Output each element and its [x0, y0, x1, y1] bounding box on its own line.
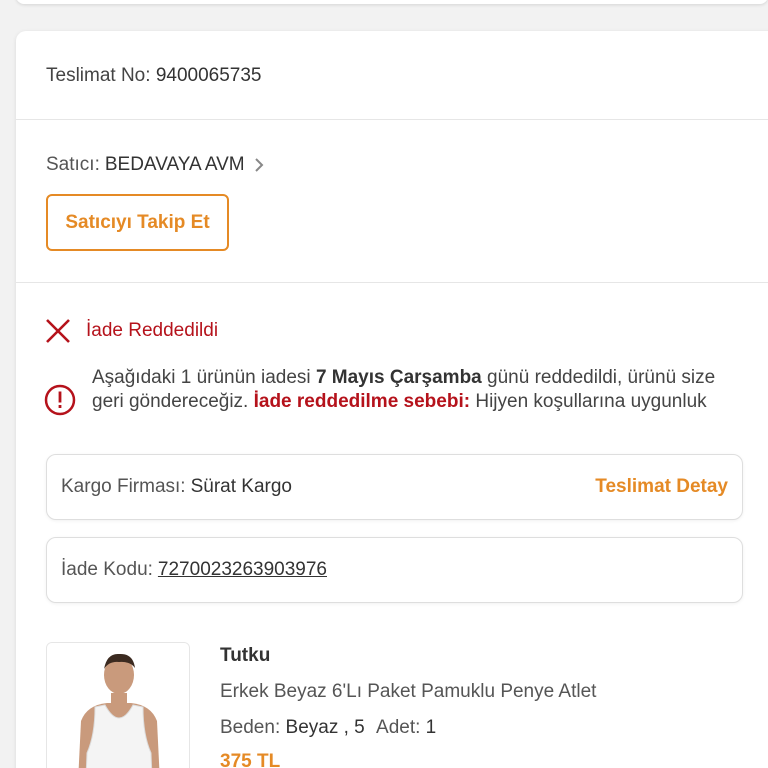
divider: [16, 119, 768, 120]
seller-link[interactable]: Satıcı: BEDAVAYA AVM: [46, 154, 265, 176]
seller-label: Satıcı:: [46, 154, 100, 175]
follow-seller-button[interactable]: Satıcıyı Takip Et: [46, 194, 229, 251]
return-code-label: İade Kodu:: [61, 559, 153, 580]
product-image[interactable]: [46, 642, 190, 768]
reject-reason-label: İade reddedilme sebebi:: [253, 391, 471, 412]
delivery-number-value: 9400065735: [155, 65, 262, 86]
previous-card-edge: [16, 0, 768, 4]
cargo-box: Kargo Firması: Sürat Kargo Teslimat Deta…: [46, 454, 743, 520]
product-name[interactable]: Erkek Beyaz 6'Lı Paket Pamuklu Penye Atl…: [220, 681, 596, 703]
return-date: 7 Mayıs Çarşamba: [315, 367, 482, 388]
return-code-box: İade Kodu: 7270023263903976: [46, 537, 743, 603]
chevron-right-icon: [254, 158, 264, 172]
order-detail-card: Teslimat No: 9400065735 Satıcı: BEDAVAYA…: [16, 31, 768, 768]
divider: [16, 282, 768, 283]
info-circle-icon: [44, 384, 76, 416]
product-variant: Beden: Beyaz , 5 Adet: 1: [220, 717, 436, 739]
return-code-value[interactable]: 7270023263903976: [158, 559, 327, 581]
return-status-text: İade Reddedildi: [86, 320, 219, 341]
delivery-detail-link[interactable]: Teslimat Detay: [595, 476, 728, 498]
reject-reason: Hijyen koşullarına uygunluk: [470, 391, 707, 412]
size-label: Beden:: [220, 717, 281, 738]
qty-value: 1: [425, 717, 437, 738]
qty-label: Adet:: [376, 717, 421, 738]
return-status: İade Reddedildi: [44, 317, 218, 345]
delivery-number-row: Teslimat No: 9400065735: [46, 65, 261, 87]
size-value: Beyaz , 5: [285, 717, 365, 738]
product-brand: Tutku: [220, 645, 271, 666]
cargo-label: Kargo Firması:: [61, 476, 186, 497]
info-text-part: Aşağıdaki 1 ürünün iadesi: [92, 367, 316, 388]
product-price: 375 TL: [220, 751, 281, 768]
delivery-number-label: Teslimat No:: [46, 65, 151, 86]
cargo-company: Sürat Kargo: [190, 476, 292, 497]
seller-name: BEDAVAYA AVM: [104, 154, 245, 175]
return-info-text: Aşağıdaki 1 ürünün iadesi 7 Mayıs Çarşam…: [92, 366, 732, 414]
close-x-icon: [46, 319, 70, 343]
product-photo: [47, 643, 189, 768]
